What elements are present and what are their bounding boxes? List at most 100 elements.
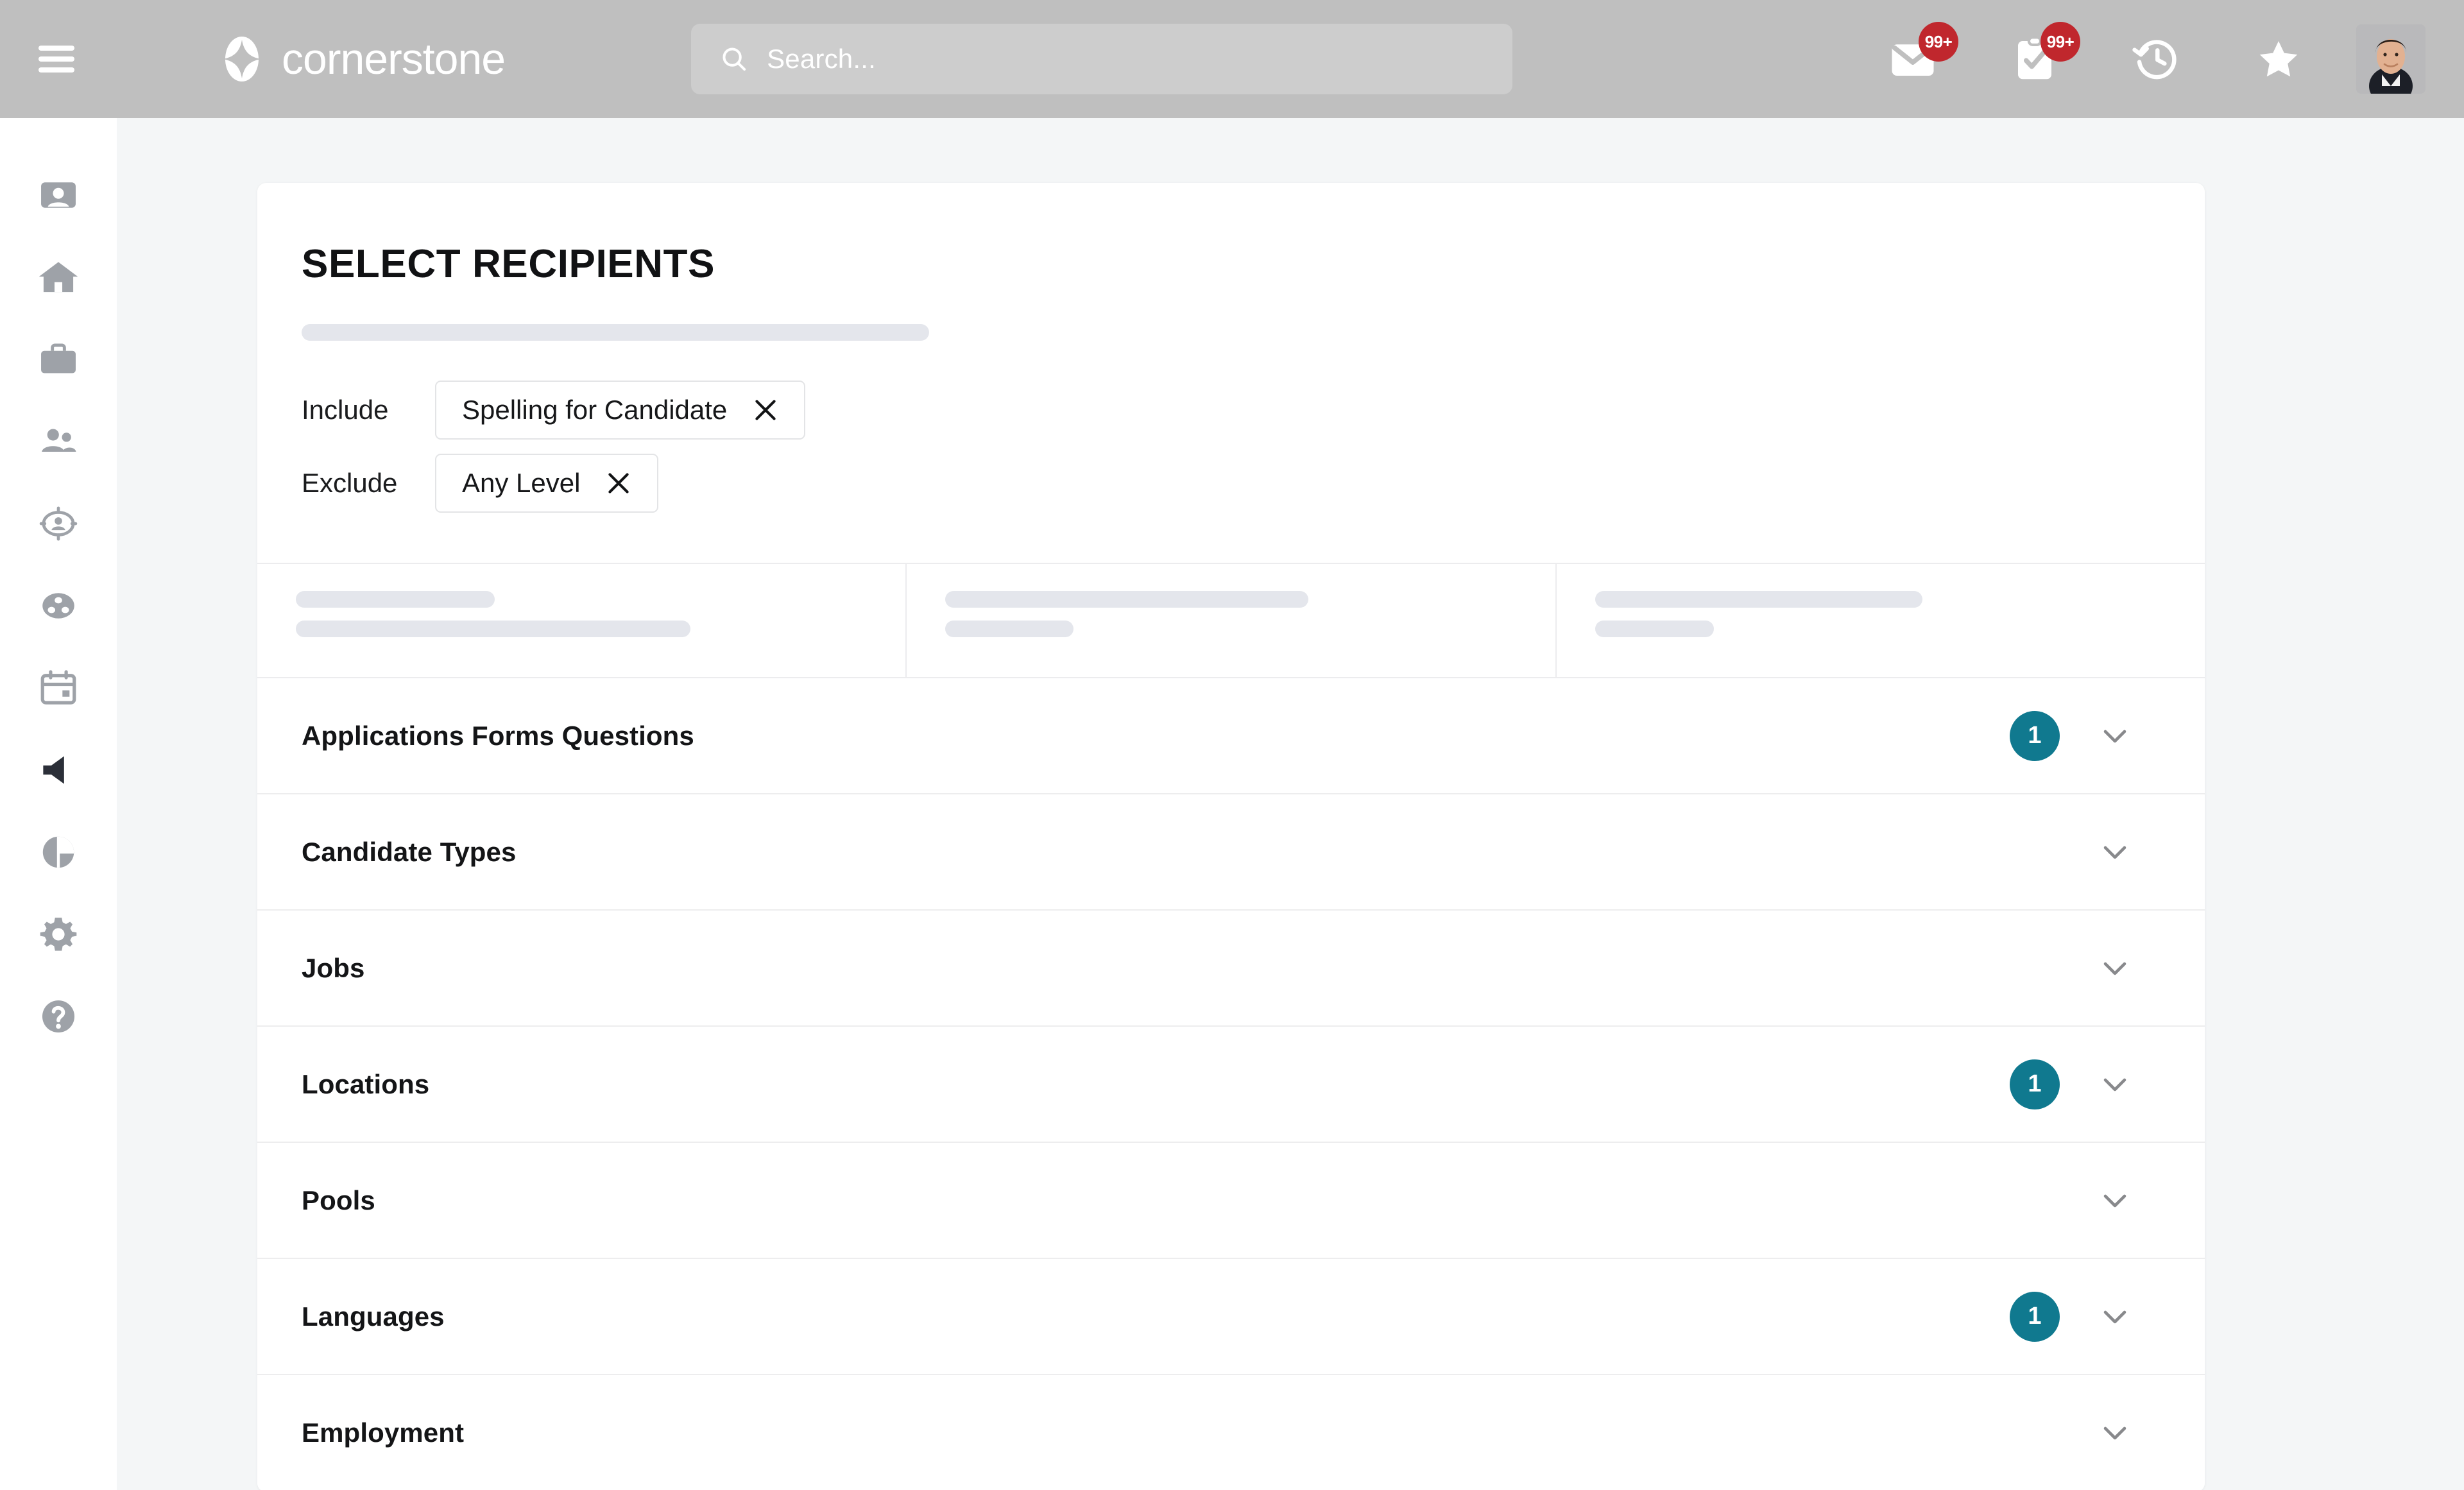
- accordion-label: Locations: [302, 1068, 430, 1099]
- status-badge: 1: [2010, 710, 2060, 761]
- gear-icon: [37, 913, 80, 959]
- hamburger-bar: [38, 56, 74, 62]
- hamburger-bar: [38, 67, 74, 73]
- include-filter-row: Include Spelling for Candidate: [302, 381, 2205, 440]
- pie-chart-icon: [37, 831, 80, 877]
- accordion-row-employment[interactable]: Employment: [257, 1375, 2205, 1490]
- sidebar-item-profile[interactable]: [0, 155, 117, 237]
- people-icon: [37, 420, 80, 466]
- hamburger-bar: [38, 46, 74, 51]
- megaphone-icon: [37, 749, 80, 794]
- search-placeholder: Search...: [767, 44, 876, 74]
- sidebar-item-reports[interactable]: [0, 812, 117, 895]
- star-icon: [2254, 34, 2304, 84]
- skeleton-bar: [1595, 621, 1714, 637]
- accordion-row-controls: [2010, 1176, 2133, 1226]
- briefcase-icon: [37, 338, 80, 384]
- chevron-down-icon[interactable]: [2097, 1415, 2133, 1451]
- contact-card-icon: [37, 174, 80, 219]
- page-content: SELECT RECIPIENTS Include Spelling for C…: [117, 118, 2464, 1490]
- brand-name: cornerstone: [282, 35, 506, 83]
- accordion-label: Employment: [302, 1417, 465, 1448]
- accordion-row-languages[interactable]: Languages 1: [257, 1259, 2205, 1375]
- accordion-row-controls: [2010, 827, 2133, 877]
- accordion-label: Languages: [302, 1301, 445, 1332]
- chevron-down-icon[interactable]: [2097, 950, 2133, 986]
- calendar-icon: [37, 667, 80, 712]
- title-skeleton-placeholder: [302, 324, 929, 341]
- avatar[interactable]: [2356, 24, 2426, 94]
- filters-section: Include Spelling for Candidate Exclude A…: [257, 341, 2205, 513]
- skeleton-bar: [1595, 591, 1922, 608]
- messages-button[interactable]: 99+: [1852, 0, 1974, 118]
- skeleton-columns: [257, 563, 2205, 678]
- accordion-label: Candidate Types: [302, 836, 517, 867]
- help-icon: [37, 995, 80, 1041]
- close-icon[interactable]: [604, 469, 633, 497]
- sidebar-item-calendar[interactable]: [0, 648, 117, 730]
- accordion-row-pools[interactable]: Pools: [257, 1143, 2205, 1259]
- app-root: cornerstone Search... 99+ 99+ SELECT REC…: [0, 0, 2464, 1490]
- sidebar-item-help[interactable]: [0, 977, 117, 1059]
- chevron-down-icon[interactable]: [2097, 1299, 2133, 1335]
- sidebar-item-settings[interactable]: [0, 895, 117, 977]
- exclude-chip-label: Any Level: [462, 468, 581, 498]
- skeleton-bar: [296, 591, 495, 608]
- search-input[interactable]: Search...: [691, 24, 1513, 94]
- tasks-button[interactable]: 99+: [1974, 0, 2096, 118]
- skeleton-bar: [945, 621, 1074, 637]
- accordion-row-controls: 1: [2010, 1059, 2133, 1109]
- cornerstone-star-logo-icon: [219, 36, 265, 82]
- recent-button[interactable]: [2096, 0, 2218, 118]
- accordion-label: Pools: [302, 1185, 375, 1215]
- sidebar-item-pools[interactable]: [0, 566, 117, 648]
- skeleton-bar: [296, 621, 690, 637]
- accordion-label: Applications Forms Questions: [302, 720, 694, 751]
- accordion-row-jobs[interactable]: Jobs: [257, 911, 2205, 1027]
- include-label: Include: [302, 395, 389, 425]
- sidebar-item-people[interactable]: [0, 402, 117, 484]
- close-icon[interactable]: [751, 396, 780, 424]
- status-badge: 1: [2010, 1059, 2060, 1109]
- exclude-filter-row: Exclude Any Level: [302, 454, 2205, 513]
- history-clock-icon: [2132, 34, 2182, 84]
- tasks-badge: 99+: [2041, 22, 2080, 62]
- left-sidebar: [0, 118, 117, 1490]
- accordion-row-candidate-types[interactable]: Candidate Types: [257, 794, 2205, 911]
- sidebar-item-home[interactable]: [0, 237, 117, 320]
- sidebar-item-announcements[interactable]: [0, 730, 117, 812]
- skeleton-column: [907, 564, 1557, 677]
- accordion-row-locations[interactable]: Locations 1: [257, 1027, 2205, 1143]
- hamburger-icon[interactable]: [38, 46, 74, 73]
- page-title: SELECT RECIPIENTS: [302, 242, 715, 286]
- search-icon: [719, 44, 749, 74]
- chevron-down-icon[interactable]: [2097, 718, 2133, 754]
- header-actions: 99+ 99+: [1852, 0, 2464, 118]
- include-chip-label: Spelling for Candidate: [462, 395, 728, 425]
- accordion-row-controls: [2010, 943, 2133, 993]
- accordion-label: Jobs: [302, 952, 365, 983]
- include-chip: Spelling for Candidate: [435, 381, 806, 440]
- chevron-down-icon[interactable]: [2097, 1183, 2133, 1219]
- brand-logo[interactable]: cornerstone: [219, 35, 506, 83]
- accordion-row-applications-forms-questions[interactable]: Applications Forms Questions 1: [257, 678, 2205, 794]
- accordion-list: Applications Forms Questions 1 Candidate…: [257, 678, 2205, 1490]
- accordion-row-controls: 1: [2010, 1291, 2133, 1342]
- skeleton-bar: [945, 591, 1309, 608]
- chevron-down-icon[interactable]: [2097, 834, 2133, 870]
- card-header: SELECT RECIPIENTS: [257, 183, 2205, 341]
- select-recipients-card: SELECT RECIPIENTS Include Spelling for C…: [257, 183, 2205, 1490]
- chevron-down-icon[interactable]: [2097, 1066, 2133, 1102]
- sidebar-item-recruiting[interactable]: [0, 484, 117, 566]
- status-badge: 1: [2010, 1291, 2060, 1342]
- recruiting-target-icon: [37, 502, 80, 548]
- skeleton-column: [257, 564, 907, 677]
- pools-icon: [37, 585, 80, 630]
- home-icon: [37, 256, 80, 302]
- accordion-row-controls: 1: [2010, 710, 2133, 761]
- exclude-label: Exclude: [302, 468, 398, 498]
- sidebar-item-jobs[interactable]: [0, 320, 117, 402]
- messages-badge: 99+: [1919, 22, 1958, 62]
- favorites-button[interactable]: [2218, 0, 2340, 118]
- exclude-chip: Any Level: [435, 454, 659, 513]
